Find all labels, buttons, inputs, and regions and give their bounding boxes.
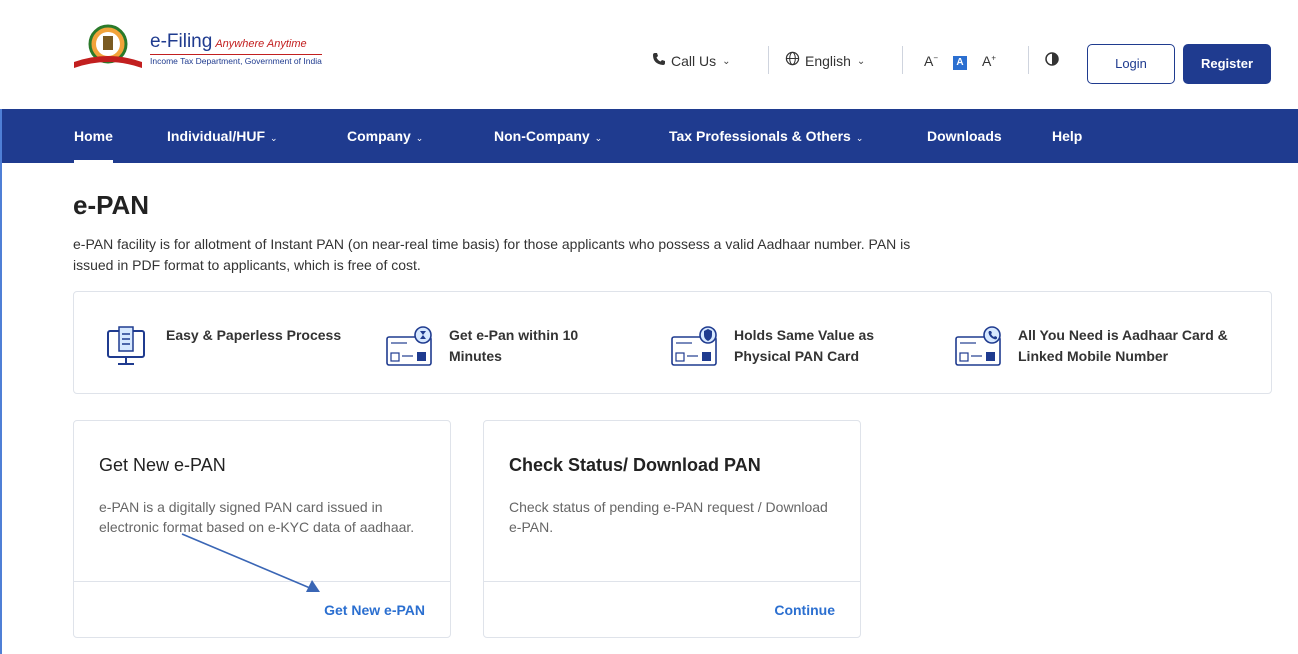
card-body: Check status of pending e-PAN request / … xyxy=(509,499,828,535)
contrast-icon xyxy=(1045,51,1059,71)
feature-item: All You Need is Aadhaar Card & Linked Mo… xyxy=(954,325,1228,369)
feature-item: Holds Same Value as Physical PAN Card xyxy=(670,325,874,369)
chevron-down-icon: ⌄ xyxy=(856,55,866,67)
call-us-label: Call Us xyxy=(671,53,717,69)
site-header: e-Filing Anywhere Anytime Income Tax Depa… xyxy=(0,0,1298,109)
get-new-epan-link[interactable]: Get New e-PAN xyxy=(324,602,425,618)
nav-item-label: Individual/HUF xyxy=(167,128,265,144)
features-panel: Easy & Paperless Process Get e-Pan withi… xyxy=(73,291,1272,394)
continue-link[interactable]: Continue xyxy=(774,602,835,618)
font-decrease-button[interactable]: A− xyxy=(924,53,938,69)
annotation-arrow-icon xyxy=(181,533,320,592)
monitor-document-icon xyxy=(102,325,152,369)
font-increase-button[interactable]: A+ xyxy=(982,53,996,69)
feature-line: Easy & Paperless Process xyxy=(166,327,342,343)
nav-item-tax-professionals[interactable]: Tax Professionals & Others ⌄ xyxy=(669,109,863,163)
nav-item-downloads[interactable]: Downloads xyxy=(927,109,1002,163)
card-hourglass-icon xyxy=(385,325,435,369)
divider xyxy=(768,46,769,74)
nav-item-non-company[interactable]: Non-Company ⌄ xyxy=(494,109,602,163)
chevron-down-icon: ⌄ xyxy=(594,133,603,143)
get-new-epan-card: Get New e-PAN e-PAN is a digitally signe… xyxy=(73,420,451,638)
nav-item-individual-huf[interactable]: Individual/HUF ⌄ xyxy=(167,109,278,163)
card-title: Check Status/ Download PAN xyxy=(509,455,761,475)
feature-item: Easy & Paperless Process xyxy=(102,325,341,369)
card-footer: Continue xyxy=(484,581,860,639)
nav-item-label: Help xyxy=(1052,128,1083,144)
nav-item-label: Non-Company xyxy=(494,128,590,144)
page-description: e-PAN facility is for allotment of Insta… xyxy=(73,236,911,273)
font-normal-button[interactable]: A xyxy=(953,52,968,70)
call-us-dropdown[interactable]: Call Us ⌄ xyxy=(652,44,731,78)
feature-line: All You Need is Aadhaar Card & xyxy=(1018,327,1228,343)
emblem-icon xyxy=(72,22,144,74)
feature-line: Holds Same Value as xyxy=(734,327,875,343)
language-dropdown[interactable]: English ⌄ xyxy=(785,44,865,78)
nav-item-home[interactable]: Home xyxy=(74,109,113,163)
nav-item-label: Downloads xyxy=(927,128,1002,144)
card-phone-icon xyxy=(954,325,1004,369)
divider xyxy=(1028,46,1029,74)
nav-item-label: Home xyxy=(74,128,113,144)
page-title: e-PAN xyxy=(73,190,150,220)
card-shield-icon xyxy=(670,325,720,369)
chevron-down-icon: ⌄ xyxy=(722,55,731,67)
contrast-toggle[interactable] xyxy=(1045,44,1059,78)
phone-icon xyxy=(652,52,666,71)
logo-title: e-Filing xyxy=(150,30,213,52)
logo-subtitle: Income Tax Department, Government of Ind… xyxy=(150,53,322,66)
chevron-down-icon: ⌄ xyxy=(855,133,864,143)
logo-tagline: Anywhere Anytime xyxy=(215,37,307,50)
main-nav: Home Individual/HUF ⌄ Company ⌄ Non-Compan… xyxy=(2,109,1298,163)
chevron-down-icon: ⌄ xyxy=(270,133,278,143)
chevron-down-icon: ⌄ xyxy=(415,133,424,143)
feature-item: Get e-Pan within 10 Minutes xyxy=(385,325,578,369)
divider xyxy=(902,46,903,74)
font-size-controls: A− A A+ xyxy=(924,44,1011,78)
check-status-card: Check Status/ Download PAN Check status … xyxy=(483,420,861,638)
feature-line: Linked Mobile Number xyxy=(1018,348,1169,364)
nav-item-label: Company xyxy=(347,128,411,144)
globe-icon xyxy=(785,51,800,71)
nav-item-company[interactable]: Company ⌄ xyxy=(347,109,423,163)
register-button[interactable]: Register xyxy=(1183,44,1271,84)
language-label: English xyxy=(805,53,851,69)
site-logo[interactable]: e-Filing Anywhere Anytime Income Tax Depa… xyxy=(72,22,322,74)
login-button[interactable]: Login xyxy=(1087,44,1175,84)
feature-line: Physical PAN Card xyxy=(734,348,860,364)
nav-item-help[interactable]: Help xyxy=(1052,109,1082,163)
feature-line: Minutes xyxy=(449,348,502,364)
feature-line: Get e-Pan within 10 xyxy=(449,327,579,343)
card-title: Get New e-PAN xyxy=(99,455,226,475)
nav-item-label: Tax Professionals & Others xyxy=(669,128,851,144)
